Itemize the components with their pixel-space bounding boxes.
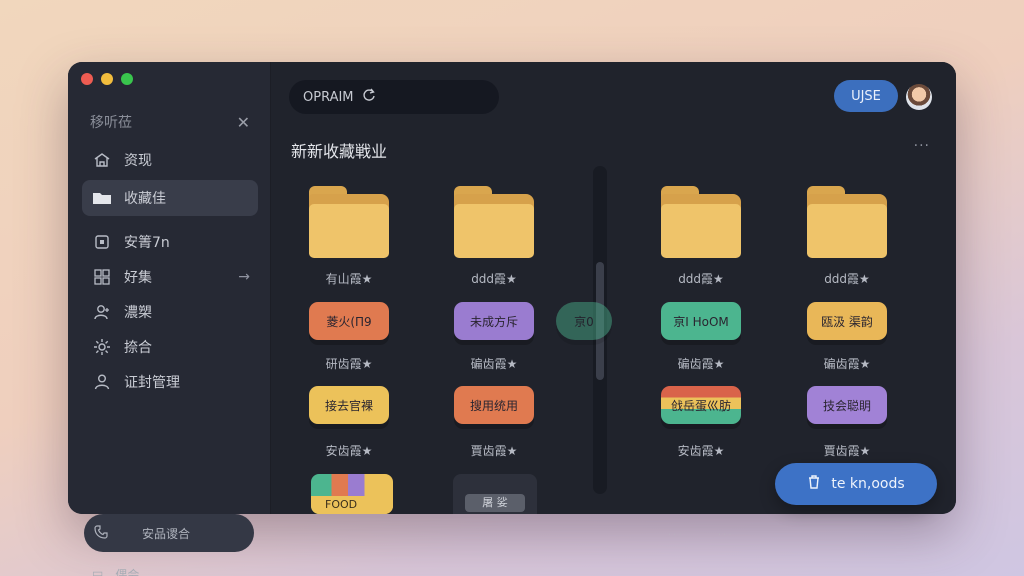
home-icon (92, 152, 112, 168)
page-dots: ··· (718, 530, 734, 541)
collection-tag[interactable]: 搜用统用 (454, 386, 534, 424)
collection-caption: 碥齿霞★ (470, 357, 518, 371)
use-button[interactable]: UJSE (834, 80, 898, 112)
maximize-window-button[interactable] (121, 73, 133, 85)
dark-tile[interactable]: 屠 娑 (453, 474, 537, 514)
collection-caption: 安齿霞★ (677, 444, 725, 458)
sidebar-item-label: 安箐7n (124, 235, 170, 251)
search-text: OPRAIM (303, 89, 354, 105)
folder-caption: ddd霞★ (471, 272, 517, 286)
sidebar-item-label: 收藏佳 (124, 191, 166, 207)
collection-caption: 賈齿霞★ (823, 444, 871, 458)
minimize-window-button[interactable] (101, 73, 113, 85)
user-icon (92, 304, 112, 320)
collection-tag[interactable]: 技会聪眀 (807, 386, 887, 424)
sidebar-item-bottom[interactable]: ▭ 偶会 (92, 566, 139, 576)
sidebar-item-users[interactable]: 濃槊 (82, 294, 258, 330)
collection-caption: 碥齿霞★ (677, 357, 725, 371)
close-window-button[interactable] (81, 73, 93, 85)
folder-icon (92, 190, 112, 206)
floating-action-button[interactable]: te kn,oods (775, 463, 937, 505)
person-icon (92, 373, 112, 391)
ghost-tag[interactable]: 亰0 (556, 302, 612, 340)
folder-caption: ddd霞★ (824, 272, 870, 286)
bottom-button-label: 安品谡合 (142, 526, 191, 541)
grid-icon (92, 269, 112, 285)
sidebar-header: 移听莅 ✕ (90, 112, 250, 132)
collection-tag[interactable]: 戗岳蛋巛肪 (661, 386, 741, 424)
close-icon[interactable]: ✕ (237, 113, 250, 132)
collection-caption: 研齿霞★ (325, 357, 373, 371)
sidebar-item-security[interactable]: 安箐7n (82, 224, 258, 260)
sidebar-item-favorites[interactable]: 收藏佳 (82, 180, 258, 216)
doc-icon: ▭ (92, 566, 104, 576)
sidebar-item-management[interactable]: 证封管理 (82, 364, 258, 400)
more-options-icon[interactable]: ··· (914, 138, 930, 154)
fab-label: te kn,oods (831, 476, 905, 492)
folder-icon[interactable] (807, 186, 887, 258)
sidebar-item-label: 证封管理 (124, 375, 180, 391)
sidebar-item-label: 好集 (124, 270, 152, 286)
sidebar-item-collections[interactable]: 好集 → (82, 259, 258, 295)
trash-icon (807, 474, 821, 494)
collection-tag[interactable]: 未成方斥 (454, 302, 534, 340)
sidebar-item-label: 偶会 (115, 568, 140, 576)
sidebar-item-settings[interactable]: 捺合 (82, 329, 258, 365)
folder-icon[interactable] (454, 186, 534, 258)
square-icon (92, 234, 112, 250)
window-controls (81, 73, 133, 85)
collection-tag[interactable]: 瓯汲 渠韵 (807, 302, 887, 340)
sidebar-item-label: 捺合 (124, 340, 152, 356)
collection-caption: 碥齿霞★ (823, 357, 871, 371)
bottom-sidebar-button[interactable]: 安品谡合 (84, 514, 254, 552)
search-input[interactable]: OPRAIM (289, 80, 499, 114)
collection-caption: 安齿霞★ (325, 444, 373, 458)
folder-icon[interactable] (309, 186, 389, 258)
main-content: OPRAIM UJSE 新新收藏戦业 ··· 有山霞★ ddd霞★ ddd霞★ … (271, 62, 956, 514)
food-tile[interactable]: FOOD (311, 474, 393, 514)
sidebar-title: 移听莅 (90, 115, 132, 131)
folder-icon[interactable] (661, 186, 741, 258)
collection-caption: 賈齿霞★ (470, 444, 518, 458)
collection-tag[interactable]: 亰I HoOM (661, 302, 741, 340)
collection-tag[interactable]: 菱火(П9 (309, 302, 389, 340)
refresh-icon[interactable] (362, 88, 376, 106)
sidebar-item-home[interactable]: 资现 (82, 142, 258, 178)
collection-tag[interactable]: 接去官裸 (309, 386, 389, 424)
app-window: 移听莅 ✕ 资现 收藏佳 安箐7n 好集 → 濃槊 捺合 证封管理 OPRAIM… (68, 62, 956, 514)
sidebar-item-label: 资现 (124, 153, 152, 169)
sidebar: 移听莅 ✕ 资现 收藏佳 安箐7n 好集 → 濃槊 捺合 证封管理 (68, 62, 271, 514)
folder-caption: ddd霞★ (678, 272, 724, 286)
dark-tile-label: 屠 娑 (465, 494, 525, 512)
food-label: FOOD (311, 496, 393, 514)
phone-icon (94, 524, 108, 542)
page-dots: ··· (668, 530, 684, 541)
sidebar-item-label: 濃槊 (124, 305, 152, 321)
arrow-right-icon: → (238, 269, 250, 285)
page-title: 新新收藏戦业 (291, 142, 388, 161)
folder-caption: 有山霞★ (325, 272, 373, 286)
avatar[interactable] (906, 84, 932, 110)
gear-icon (92, 338, 112, 356)
